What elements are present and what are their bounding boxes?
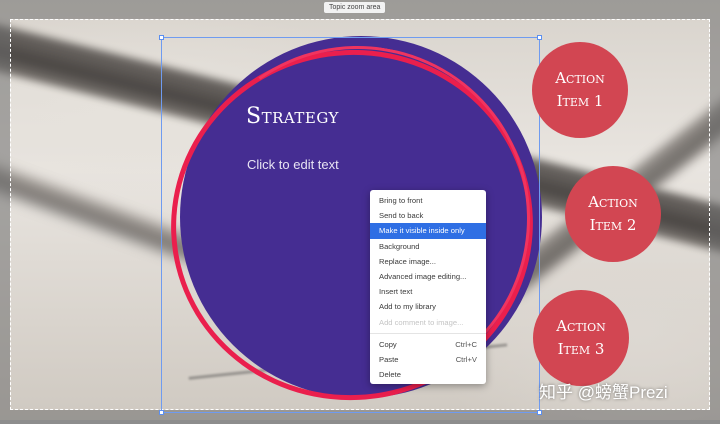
menu-item-label: Send to back: [379, 211, 424, 221]
menu-item-bring-to-front[interactable]: Bring to front: [370, 193, 486, 208]
action-item-label: Action: [588, 193, 638, 211]
menu-item-replace-image[interactable]: Replace image...: [370, 254, 486, 269]
menu-item-label: Add to my library: [379, 302, 436, 312]
menu-item-background[interactable]: Background: [370, 239, 486, 254]
resize-handle-top-left[interactable]: [159, 35, 164, 40]
menu-item-paste[interactable]: Paste Ctrl+V: [370, 352, 486, 367]
menu-item-advanced-image-editing[interactable]: Advanced image editing...: [370, 269, 486, 284]
action-item-label: Item 2: [589, 216, 637, 234]
action-item-label: Action: [555, 69, 605, 87]
menu-item-copy[interactable]: Copy Ctrl+C: [370, 337, 486, 352]
menu-item-label: Delete: [379, 370, 401, 380]
menu-item-label: Add comment to image...: [379, 317, 464, 327]
action-item-label: Item 3: [557, 340, 605, 358]
resize-handle-bottom-right[interactable]: [537, 410, 542, 415]
action-item-2-circle[interactable]: Action Item 2: [565, 166, 661, 262]
menu-item-send-to-back[interactable]: Send to back: [370, 208, 486, 223]
topic-zoom-area-label: Topic zoom area: [324, 2, 386, 13]
menu-item-shortcut: Ctrl+C: [455, 339, 477, 349]
menu-item-visible-inside-only[interactable]: Make it visible inside only: [370, 223, 486, 239]
menu-item-add-comment: Add comment to image...: [370, 315, 486, 330]
zoom-area-shade: [0, 19, 10, 410]
action-item-label: Action: [556, 317, 606, 335]
menu-item-shortcut: Ctrl+V: [455, 354, 477, 364]
resize-handle-top-right[interactable]: [537, 35, 542, 40]
watermark: 知乎 @螃蟹Prezi: [539, 383, 668, 402]
menu-item-delete[interactable]: Delete: [370, 367, 486, 382]
zoom-area-shade: [710, 19, 720, 410]
menu-item-label: Replace image...: [379, 256, 436, 266]
menu-item-label: Copy: [379, 339, 397, 349]
action-item-3-circle[interactable]: Action Item 3: [533, 290, 629, 386]
menu-item-label: Advanced image editing...: [379, 271, 467, 281]
menu-item-label: Insert text: [379, 287, 413, 297]
resize-handle-bottom-left[interactable]: [159, 410, 164, 415]
menu-separator: [370, 332, 486, 334]
context-menu: Bring to front Send to back Make it visi…: [370, 190, 486, 384]
menu-item-label: Bring to front: [379, 196, 423, 205]
menu-item-label: Make it visible inside only: [379, 226, 465, 236]
menu-item-add-to-library[interactable]: Add to my library: [370, 299, 486, 314]
menu-item-insert-text[interactable]: Insert text: [370, 284, 486, 299]
action-item-1-circle[interactable]: Action Item 1: [532, 42, 628, 138]
menu-item-label: Paste: [379, 354, 399, 364]
action-item-label: Item 1: [556, 92, 604, 110]
menu-item-label: Background: [379, 241, 420, 251]
